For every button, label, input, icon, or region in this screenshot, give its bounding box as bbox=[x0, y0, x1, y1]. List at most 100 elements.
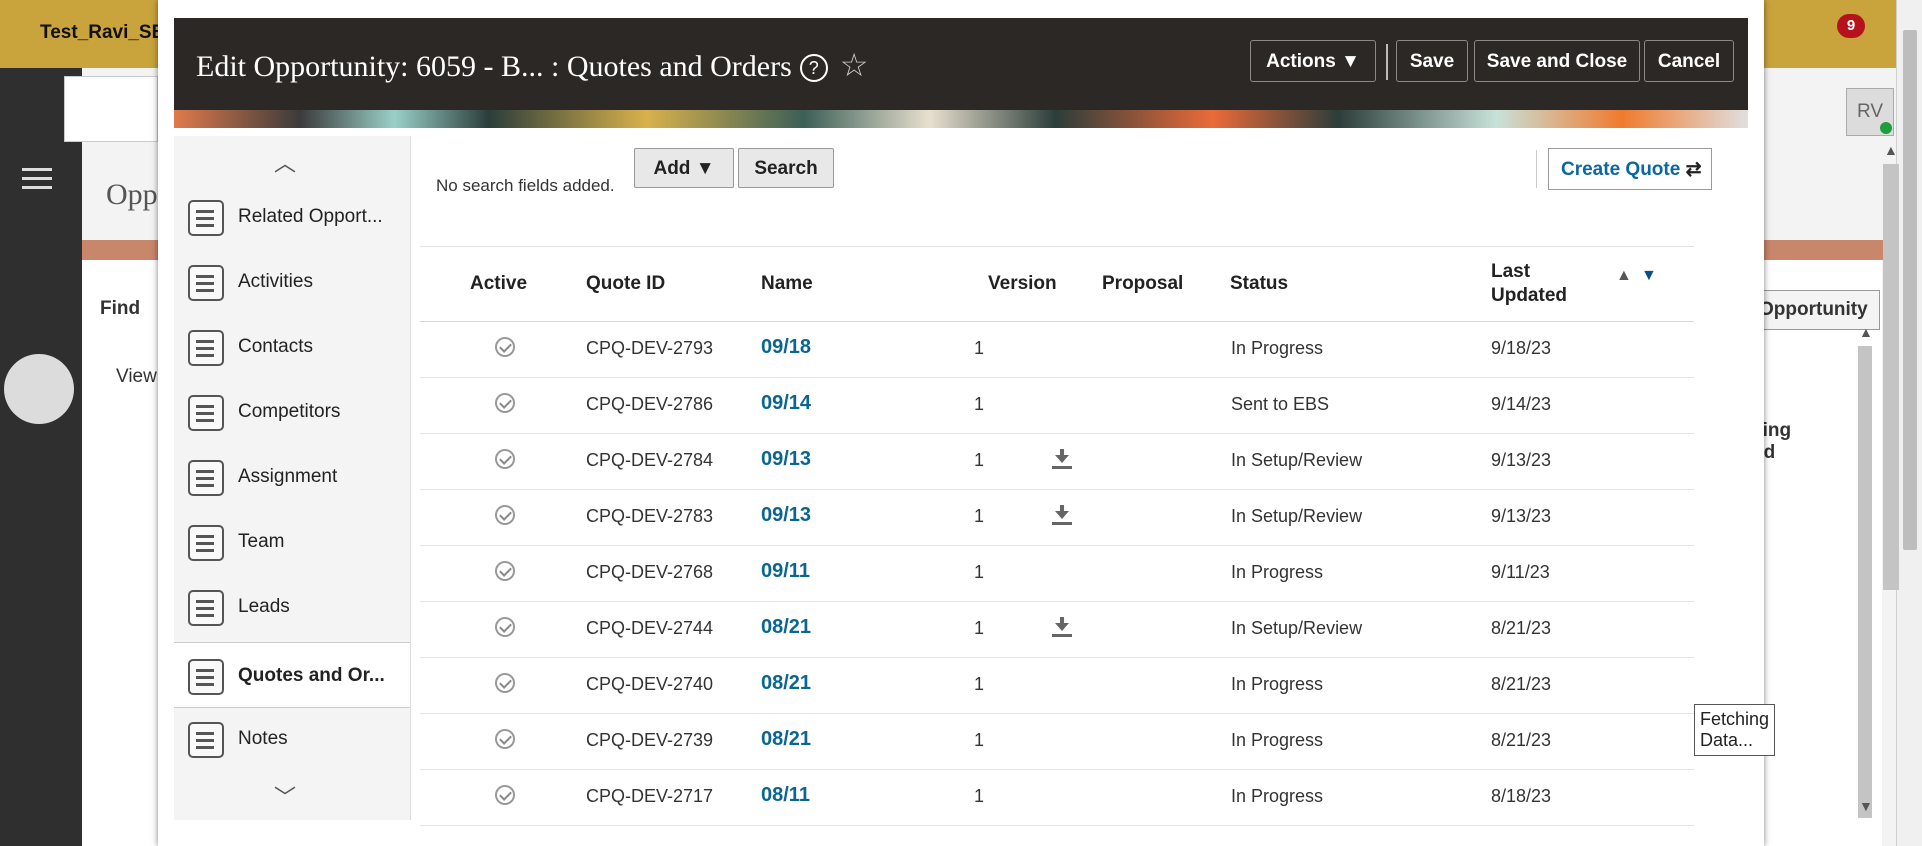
quote-name-link[interactable]: 08/21 bbox=[761, 728, 811, 751]
table-row[interactable]: CPQ-DEV-2744 08/21 1 In Setup/Review 8/21/23 bbox=[420, 601, 1694, 658]
create-quote-label: Create Quote bbox=[1561, 159, 1681, 180]
quote-name-link[interactable]: 08/21 bbox=[761, 616, 811, 639]
status-cell: In Progress bbox=[1231, 730, 1324, 750]
nav-item-activities[interactable]: Activities bbox=[174, 249, 410, 313]
header-name[interactable]: Name bbox=[761, 272, 813, 296]
create-quote-button[interactable]: Create Quote ⇄ bbox=[1548, 148, 1712, 190]
status-cell: In Setup/Review bbox=[1231, 506, 1363, 526]
version-cell: 1 bbox=[973, 506, 984, 526]
quote-name-link[interactable]: 09/13 bbox=[761, 448, 811, 471]
help-icon[interactable]: ? bbox=[799, 54, 828, 82]
quote-id-cell: CPQ-DEV-2744 bbox=[586, 618, 714, 638]
scroll-down-arrow-icon[interactable]: ▼ bbox=[1859, 798, 1873, 814]
active-check-icon bbox=[495, 561, 515, 581]
hamburger-menu-icon[interactable] bbox=[22, 162, 52, 195]
nav-item-label: Notes bbox=[238, 728, 288, 749]
panel-scroll-up-icon[interactable]: ▲ bbox=[1884, 142, 1898, 158]
chevron-down-icon: ▼ bbox=[695, 158, 715, 179]
favorite-star-icon[interactable]: ☆ bbox=[840, 47, 869, 83]
scroll-down-chevron-icon[interactable]: ﹀ bbox=[274, 780, 296, 812]
last-updated-cell: 9/14/23 bbox=[1491, 394, 1552, 414]
quote-name-link[interactable]: 09/11 bbox=[761, 560, 810, 583]
panel-scrollbar-thumb[interactable] bbox=[1883, 164, 1899, 590]
version-cell: 1 bbox=[973, 338, 984, 358]
nav-item-quotes-and-orders[interactable]: Quotes and Or... bbox=[174, 642, 410, 708]
nav-item-team[interactable]: Team bbox=[174, 509, 410, 573]
active-check-icon bbox=[495, 337, 515, 357]
quote-name-link[interactable]: 08/11 bbox=[761, 784, 810, 807]
competitors-icon bbox=[188, 395, 224, 431]
version-cell: 1 bbox=[973, 394, 984, 414]
header-active[interactable]: Active bbox=[470, 272, 527, 296]
quote-name-link[interactable]: 09/14 bbox=[761, 392, 811, 415]
scroll-up-chevron-icon[interactable]: ︿ bbox=[274, 146, 296, 178]
related-opportunities-icon bbox=[188, 200, 224, 236]
notification-badge[interactable]: 9 bbox=[1837, 14, 1865, 38]
table-row[interactable]: CPQ-DEV-2739 08/21 1 In Progress 8/21/23 bbox=[420, 713, 1694, 770]
header-proposal[interactable]: Proposal bbox=[1102, 272, 1183, 296]
quotes-icon bbox=[188, 659, 224, 695]
version-cell: 1 bbox=[973, 730, 984, 750]
actions-button[interactable]: Actions ▼ bbox=[1250, 40, 1376, 82]
search-button[interactable]: Search bbox=[738, 148, 834, 188]
table-row[interactable]: CPQ-DEV-2717 08/11 1 In Progress 8/18/23 bbox=[420, 769, 1694, 826]
chevron-down-icon: ▼ bbox=[1341, 51, 1360, 72]
quote-name-link[interactable]: 09/18 bbox=[761, 336, 811, 359]
header-quote-id[interactable]: Quote ID bbox=[586, 272, 665, 296]
quote-id-cell: CPQ-DEV-2786 bbox=[586, 394, 714, 414]
last-updated-cell: 8/21/23 bbox=[1491, 618, 1552, 638]
status-cell: In Progress bbox=[1231, 338, 1324, 358]
quote-id-cell: CPQ-DEV-2768 bbox=[586, 562, 714, 582]
nav-item-related-opportunities[interactable]: Related Opport... bbox=[174, 184, 410, 248]
last-updated-cell: 9/13/23 bbox=[1491, 450, 1552, 470]
company-logo bbox=[64, 76, 158, 142]
table-scrollbar[interactable]: ▲ bbox=[1854, 324, 1876, 818]
download-proposal-icon[interactable] bbox=[1052, 505, 1072, 527]
table-scrollbar-thumb[interactable] bbox=[1858, 346, 1872, 818]
table-row[interactable]: CPQ-DEV-2786 09/14 1 Sent to EBS 9/14/23 bbox=[420, 377, 1694, 434]
background-find-label: Find bbox=[100, 298, 141, 319]
loading-tooltip: Fetching Data... bbox=[1694, 704, 1776, 756]
table-row[interactable]: CPQ-DEV-2783 09/13 1 In Setup/Review 9/13/23 bbox=[420, 489, 1694, 546]
quote-id-cell: CPQ-DEV-2717 bbox=[586, 786, 714, 806]
save-and-close-button[interactable]: Save and Close bbox=[1474, 40, 1640, 82]
contacts-icon bbox=[188, 330, 224, 366]
download-proposal-icon[interactable] bbox=[1052, 617, 1072, 639]
last-updated-cell: 8/18/23 bbox=[1491, 786, 1552, 806]
nav-item-notes[interactable]: Notes bbox=[174, 706, 410, 770]
table-row[interactable]: CPQ-DEV-2740 08/21 1 In Progress 8/21/23 bbox=[420, 657, 1694, 714]
quote-name-link[interactable]: 08/21 bbox=[761, 672, 811, 695]
opportunity-nav-icon[interactable] bbox=[4, 354, 74, 424]
last-updated-cell: 8/21/23 bbox=[1491, 730, 1552, 750]
quote-name-link[interactable]: 09/13 bbox=[761, 504, 811, 527]
background-view-label: View bbox=[116, 366, 157, 387]
nav-item-leads[interactable]: Leads bbox=[174, 574, 410, 638]
page-scrollbar-thumb[interactable] bbox=[1903, 30, 1917, 550]
active-check-icon bbox=[495, 505, 515, 525]
header-status[interactable]: Status bbox=[1230, 272, 1288, 296]
cancel-button[interactable]: Cancel bbox=[1644, 40, 1734, 82]
table-row[interactable]: CPQ-DEV-2768 09/11 1 In Progress 9/11/23 bbox=[420, 545, 1694, 602]
nav-item-contacts[interactable]: Contacts bbox=[174, 314, 410, 378]
sort-descending-icon[interactable]: ▼ bbox=[1641, 267, 1657, 285]
scroll-up-arrow-icon[interactable]: ▲ bbox=[1859, 324, 1873, 340]
nav-item-assignment[interactable]: Assignment bbox=[174, 444, 410, 508]
save-button[interactable]: Save bbox=[1396, 40, 1468, 82]
download-proposal-icon[interactable] bbox=[1052, 449, 1072, 471]
active-check-icon bbox=[495, 785, 515, 805]
table-row[interactable]: CPQ-DEV-2793 09/18 1 In Progress 9/18/23 bbox=[420, 321, 1694, 378]
notes-icon bbox=[188, 722, 224, 758]
nav-item-competitors[interactable]: Competitors bbox=[174, 379, 410, 443]
header-last-updated[interactable]: Last Updated bbox=[1491, 260, 1581, 308]
sort-ascending-icon[interactable]: ▲ bbox=[1616, 267, 1632, 285]
nav-item-label: Assignment bbox=[238, 466, 338, 487]
table-row[interactable]: CPQ-DEV-2784 09/13 1 In Setup/Review 9/13/23 bbox=[420, 433, 1694, 490]
header-version[interactable]: Version bbox=[988, 272, 1057, 296]
panel-scrollbar[interactable]: ▲ bbox=[1880, 140, 1902, 820]
header-divider bbox=[1386, 44, 1388, 80]
background-sidebar bbox=[0, 68, 82, 846]
activities-icon bbox=[188, 265, 224, 301]
add-button[interactable]: Add ▼ bbox=[634, 148, 734, 188]
quote-id-cell: CPQ-DEV-2740 bbox=[586, 674, 714, 694]
last-updated-cell: 9/11/23 bbox=[1491, 562, 1550, 582]
